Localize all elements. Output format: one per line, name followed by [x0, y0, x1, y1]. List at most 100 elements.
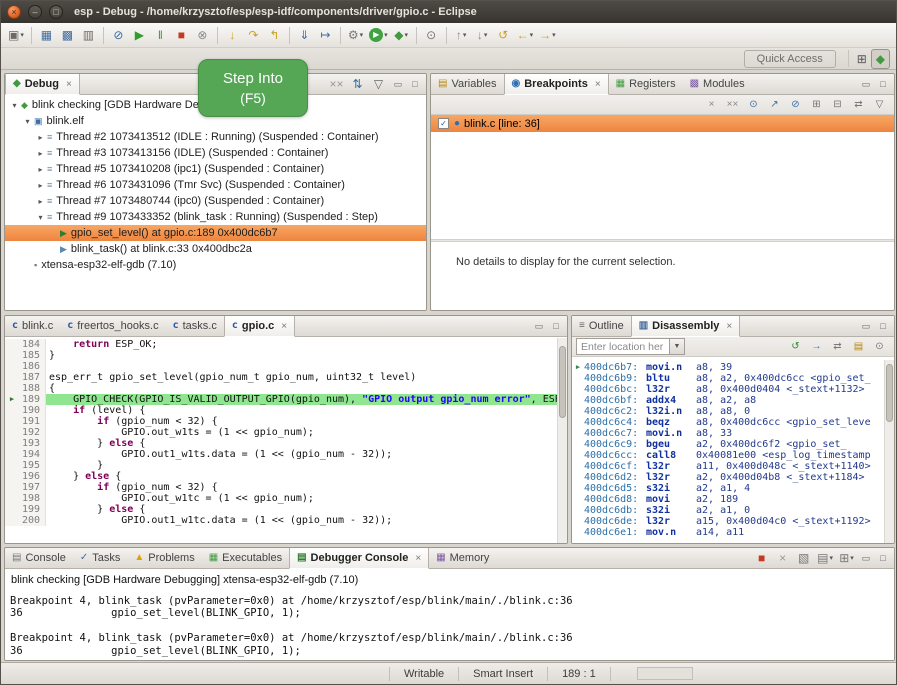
disassembly-line[interactable]: 400dc6e1:mov.na14, a11 [572, 527, 884, 538]
back-button[interactable]: ←▾ [515, 25, 536, 45]
skip-all-breakpoints-button[interactable]: ⊘ [109, 25, 128, 45]
minimize-icon[interactable]: ▭ [858, 550, 874, 566]
print-button[interactable]: ▥ [79, 25, 98, 45]
disassembly-line[interactable]: 400dc6de:l32ra15, 0x400d04c0 <_stext+119… [572, 516, 884, 527]
terminate-button[interactable]: ■ [172, 25, 191, 45]
close-tab-icon[interactable]: × [66, 79, 72, 90]
save-all-button[interactable]: ▩ [58, 25, 77, 45]
debug-tree-row[interactable]: ▸≡Thread #6 1073431096 (Tmr Svc) (Suspen… [5, 177, 426, 193]
collapse-arrow-icon[interactable]: ▾ [35, 213, 46, 222]
step-return-button[interactable]: ↰ [265, 25, 284, 45]
close-button[interactable]: × [7, 5, 21, 19]
maximize-button[interactable]: □ [49, 5, 63, 19]
tab-outline[interactable]: ≡ Outline [572, 316, 631, 336]
scrollbar-thumb[interactable] [886, 364, 893, 422]
minimize-icon[interactable]: ▭ [531, 318, 547, 334]
display-console-icon[interactable]: ▤▾ [815, 548, 835, 568]
link-with-debug-icon[interactable]: ⇄ [849, 96, 868, 113]
code-line[interactable]: 188{ [5, 383, 557, 394]
breakpoint-row[interactable]: ✓ ● blink.c [line: 36] [431, 115, 894, 132]
view-menu-icon[interactable]: ▽ [870, 96, 889, 113]
expand-arrow-icon[interactable]: ▸ [35, 197, 46, 206]
minimize-icon[interactable]: ▭ [858, 76, 874, 92]
tab-memory[interactable]: ▦ Memory [429, 548, 496, 568]
close-tab-icon[interactable]: × [415, 553, 421, 564]
remove-all-terminated-icon[interactable]: ×× [327, 74, 346, 94]
minimize-icon[interactable]: ▭ [858, 318, 874, 334]
external-tools-button[interactable]: ⚙▾ [346, 25, 365, 45]
expand-arrow-icon[interactable]: ▸ [35, 181, 46, 190]
tab-registers[interactable]: ▦ Registers [609, 74, 683, 94]
code-line[interactable]: 195 } [5, 460, 557, 471]
resume-button[interactable]: ▶ [130, 25, 149, 45]
minimize-button[interactable]: – [28, 5, 42, 19]
tab-executables[interactable]: ▦ Executables [202, 548, 289, 568]
disassembly-line[interactable]: 400dc6cc:call80x40081e00 <esp_log_timest… [572, 450, 884, 461]
drop-to-frame-button[interactable]: ⇓ [295, 25, 314, 45]
show-breakpoints-supported-icon[interactable]: ⊙ [744, 96, 763, 113]
code-line[interactable]: 191 if (gpio_num < 32) { [5, 416, 557, 427]
disassembly-line[interactable]: 400dc6bf:addx4a8, a2, a8 [572, 395, 884, 406]
debug-tree-row[interactable]: ▸≡Thread #2 1073413512 (IDLE : Running) … [5, 129, 426, 145]
disassembly-line[interactable]: 400dc6c2:l32i.na8, a8, 0 [572, 406, 884, 417]
skip-all-breakpoints-icon[interactable]: ⊘ [786, 96, 805, 113]
disassembly-line[interactable]: 400dc6c9:bgeua2, 0x400dc6f2 <gpio_set_ [572, 439, 884, 450]
expand-arrow-icon[interactable]: ▸ [35, 165, 46, 174]
remove-all-breakpoints-icon[interactable]: ×× [723, 96, 742, 113]
disassembly-line[interactable]: 400dc6c4:beqza8, 0x400dc6cc <gpio_set_le… [572, 417, 884, 428]
tab-gpio-c[interactable]: c gpio.c × [224, 316, 295, 337]
code-line[interactable]: 187esp_err_t gpio_set_level(gpio_num_t g… [5, 372, 557, 383]
disassembly-line[interactable]: 400dc6d8:movia2, 189 [572, 494, 884, 505]
tab-blink-c[interactable]: c blink.c [5, 316, 60, 336]
tab-modules[interactable]: ▩ Modules [683, 74, 752, 94]
tab-debugger-console[interactable]: ▤ Debugger Console × [289, 548, 429, 569]
open-perspective-icon[interactable]: ⊞ [853, 49, 871, 69]
instruction-stepping-button[interactable]: ↦ [316, 25, 335, 45]
step-into-button[interactable]: ↓ [223, 25, 242, 45]
last-edit-location-button[interactable]: ↺ [494, 25, 513, 45]
code-editor[interactable]: 184 return ESP_OK;185}186187esp_err_t gp… [5, 337, 557, 543]
close-tab-icon[interactable]: × [595, 79, 601, 90]
code-line[interactable]: ▶189 GPIO_CHECK(GPIO_IS_VALID_OUTPUT_GPI… [5, 394, 557, 405]
debug-tree-row[interactable]: ▸≡Thread #7 1073480744 (ipc0) (Suspended… [5, 193, 426, 209]
code-line[interactable]: 190 if (level) { [5, 405, 557, 416]
run-button[interactable]: ▶▾ [367, 25, 390, 45]
code-line[interactable]: 196 } else { [5, 471, 557, 482]
maximize-icon[interactable]: □ [875, 76, 891, 92]
step-filters-icon[interactable]: ⇅ [348, 74, 367, 94]
remove-breakpoint-icon[interactable]: × [702, 96, 721, 113]
track-expression-icon[interactable]: ⊙ [870, 338, 889, 355]
title-bar[interactable]: × – □ esp - Debug - /home/krzysztof/esp/… [1, 1, 896, 23]
maximize-icon[interactable]: □ [875, 550, 891, 566]
collapse-arrow-icon[interactable]: ▾ [22, 117, 33, 126]
disassembly-line[interactable]: 400dc6b9:bltua8, a2, 0x400dc6cc <gpio_se… [572, 373, 884, 384]
maximize-icon[interactable]: □ [407, 76, 423, 92]
disassembly-line[interactable]: 400dc6cf:l32ra11, 0x400d048c <_stext+114… [572, 461, 884, 472]
debug-tree-row[interactable]: ▾≡Thread #9 1073433352 (blink_task : Run… [5, 209, 426, 225]
code-line[interactable]: 192 GPIO.out_w1ts = (1 << gpio_num); [5, 427, 557, 438]
disassembly-line[interactable]: 400dc6d2:l32ra2, 0x400d04b8 <_stext+1184… [572, 472, 884, 483]
code-line[interactable]: 194 GPIO.out1_w1ts.data = (1 << (gpio_nu… [5, 449, 557, 460]
minimize-icon[interactable]: ▭ [390, 76, 406, 92]
expand-all-icon[interactable]: ⊞ [807, 96, 826, 113]
tab-console[interactable]: ▤ Console [5, 548, 73, 568]
expand-arrow-icon[interactable]: ▸ [35, 149, 46, 158]
code-line[interactable]: 186 [5, 361, 557, 372]
tab-breakpoints[interactable]: ◉ Breakpoints × [504, 74, 609, 95]
quick-access-button[interactable]: Quick Access [744, 50, 836, 68]
goto-pc-icon[interactable]: → [807, 338, 826, 355]
step-over-button[interactable]: ↷ [244, 25, 263, 45]
new-wizard-button[interactable]: ▣▾ [6, 25, 26, 45]
expand-arrow-icon[interactable]: ▸ [35, 133, 46, 142]
tab-problems[interactable]: ▲ Problems [127, 548, 201, 568]
sync-with-stack-icon[interactable]: ⇄ [828, 338, 847, 355]
debug-button[interactable]: ◆▾ [392, 25, 411, 45]
tab-variables[interactable]: ▤ Variables [431, 74, 504, 94]
maximize-icon[interactable]: □ [548, 318, 564, 334]
location-input[interactable]: Enter location her ▼ [576, 338, 685, 355]
debug-perspective-button[interactable]: ◆ [871, 49, 890, 69]
debug-tree-row[interactable]: ▪xtensa-esp32-elf-gdb (7.10) [5, 257, 426, 273]
debug-tree-row[interactable]: ▸≡Thread #3 1073413156 (IDLE) (Suspended… [5, 145, 426, 161]
code-line[interactable]: 200 GPIO.out1_w1tc.data = (1 << (gpio_nu… [5, 515, 557, 526]
code-line[interactable]: 193 } else { [5, 438, 557, 449]
